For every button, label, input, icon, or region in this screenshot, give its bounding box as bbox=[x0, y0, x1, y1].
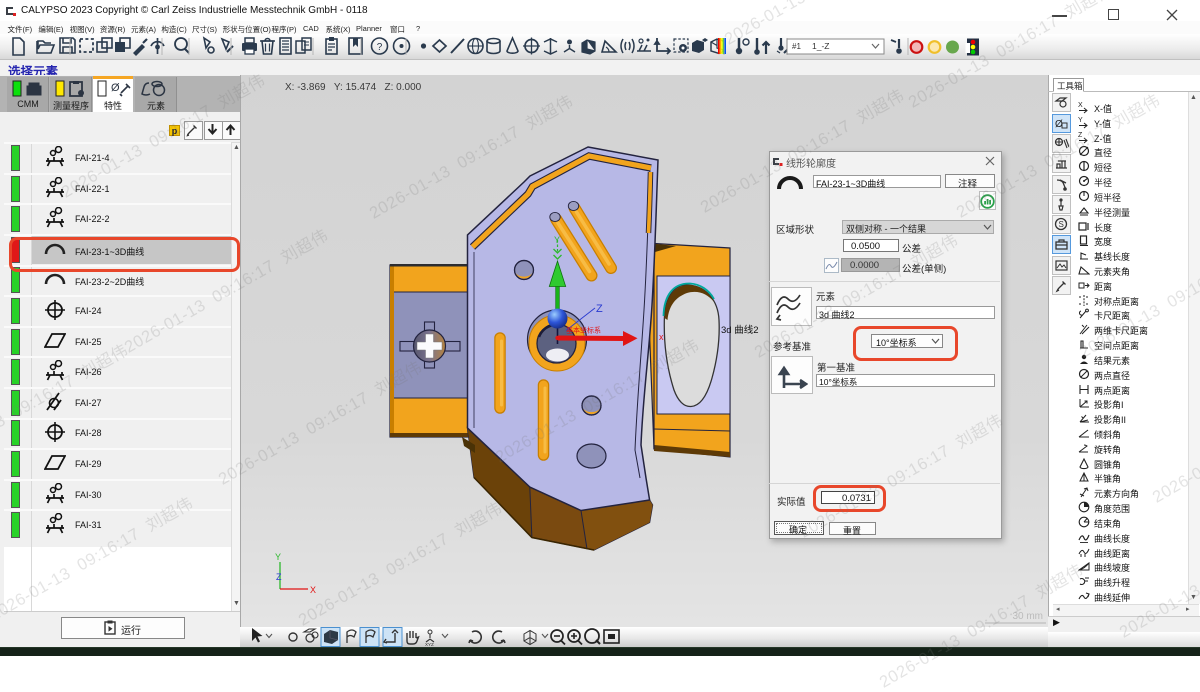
svg-text:S: S bbox=[1059, 220, 1064, 229]
svg-text:X: X bbox=[1078, 102, 1083, 109]
svg-text:1_-Z: 1_-Z bbox=[812, 41, 829, 51]
svg-text:?: ? bbox=[377, 42, 383, 53]
svg-text:Z: Z bbox=[1078, 132, 1083, 139]
svg-text:30 mm: 30 mm bbox=[1012, 611, 1043, 622]
svg-text:Y: Y bbox=[1078, 117, 1083, 124]
svg-text:#1: #1 bbox=[792, 42, 801, 51]
svg-text:x: x bbox=[659, 332, 664, 342]
svg-text:Z: Z bbox=[276, 572, 282, 582]
svg-text:X: X bbox=[310, 585, 316, 595]
svg-text:基本坐标系: 基本坐标系 bbox=[566, 326, 601, 335]
svg-text:Ø: Ø bbox=[111, 82, 120, 94]
svg-text:Y: Y bbox=[554, 235, 560, 245]
svg-text:3d 曲线2: 3d 曲线2 bbox=[721, 324, 759, 336]
svg-text:Y: Y bbox=[275, 552, 281, 562]
svg-text:Z: Z bbox=[596, 303, 603, 315]
